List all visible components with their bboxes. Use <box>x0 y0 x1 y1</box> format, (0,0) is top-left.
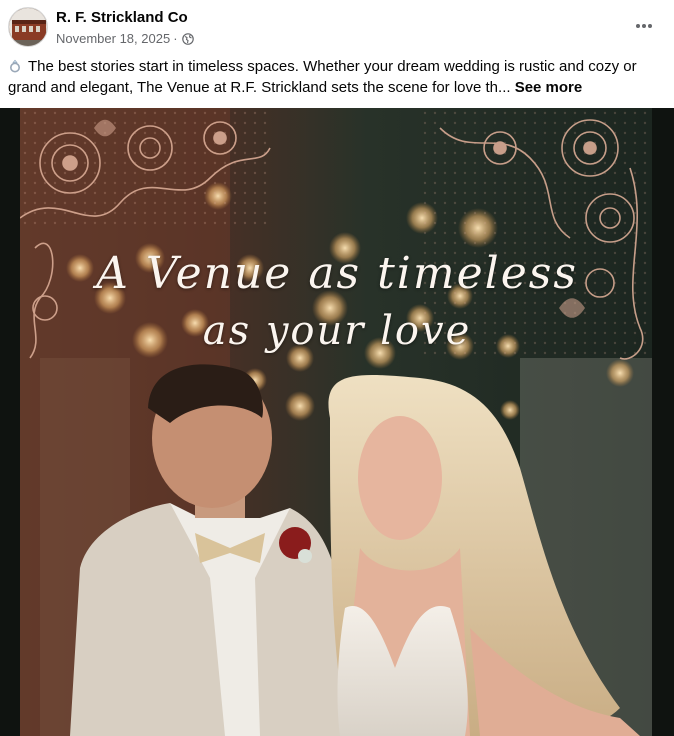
post-caption: The best stories start in timeless space… <box>8 56 658 98</box>
more-options-button[interactable] <box>628 12 660 40</box>
post-meta: November 18, 2025 · <box>56 31 194 46</box>
more-options-icon <box>636 24 652 28</box>
post-date[interactable]: November 18, 2025 <box>56 31 170 46</box>
ring-icon <box>10 59 20 73</box>
meta-separator: · <box>173 31 178 46</box>
overlay-headline-line1: A Venue as timeless <box>96 248 578 299</box>
post-image[interactable]: A Venue as timeless as your love <box>0 108 674 736</box>
globe-icon <box>181 32 194 45</box>
overlay-headline-line2: as your love <box>202 308 472 354</box>
see-more-link[interactable]: See more <box>515 79 583 96</box>
page-avatar[interactable] <box>8 7 48 47</box>
page-name-link[interactable]: R. F. Strickland Co <box>56 9 188 26</box>
post-header: R. F. Strickland Co November 18, 2025 · <box>0 0 674 56</box>
wedding-photo <box>0 108 674 736</box>
building-thumbnail <box>9 8 47 46</box>
